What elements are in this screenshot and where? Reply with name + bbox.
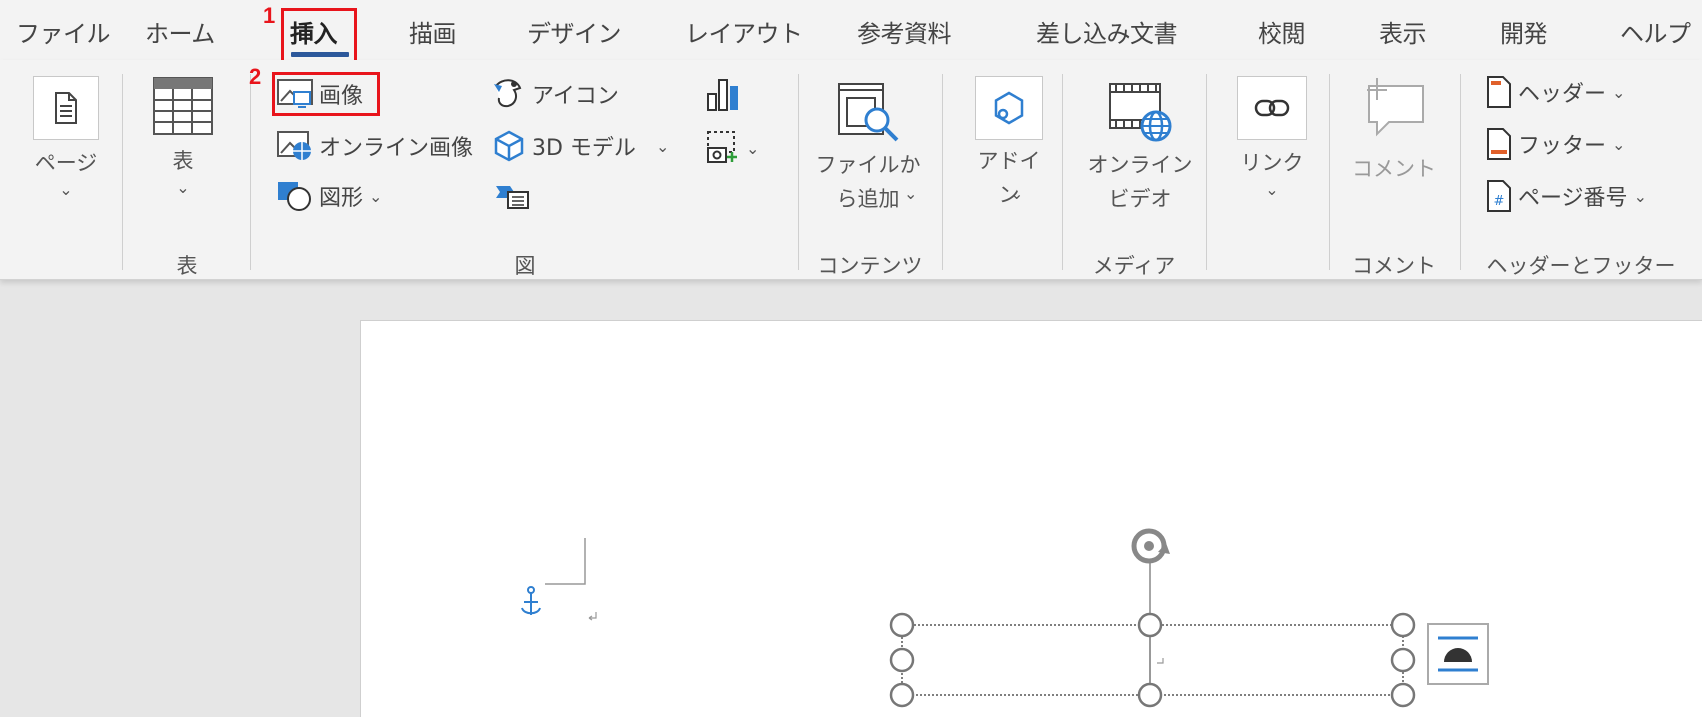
anchor-icon xyxy=(521,586,541,615)
margin-corner-mark xyxy=(545,538,586,585)
paragraph-mark xyxy=(588,612,597,621)
rotate-handle-icon xyxy=(1131,528,1170,564)
document-overlay xyxy=(521,528,1489,708)
layout-options-icon xyxy=(1427,623,1489,685)
